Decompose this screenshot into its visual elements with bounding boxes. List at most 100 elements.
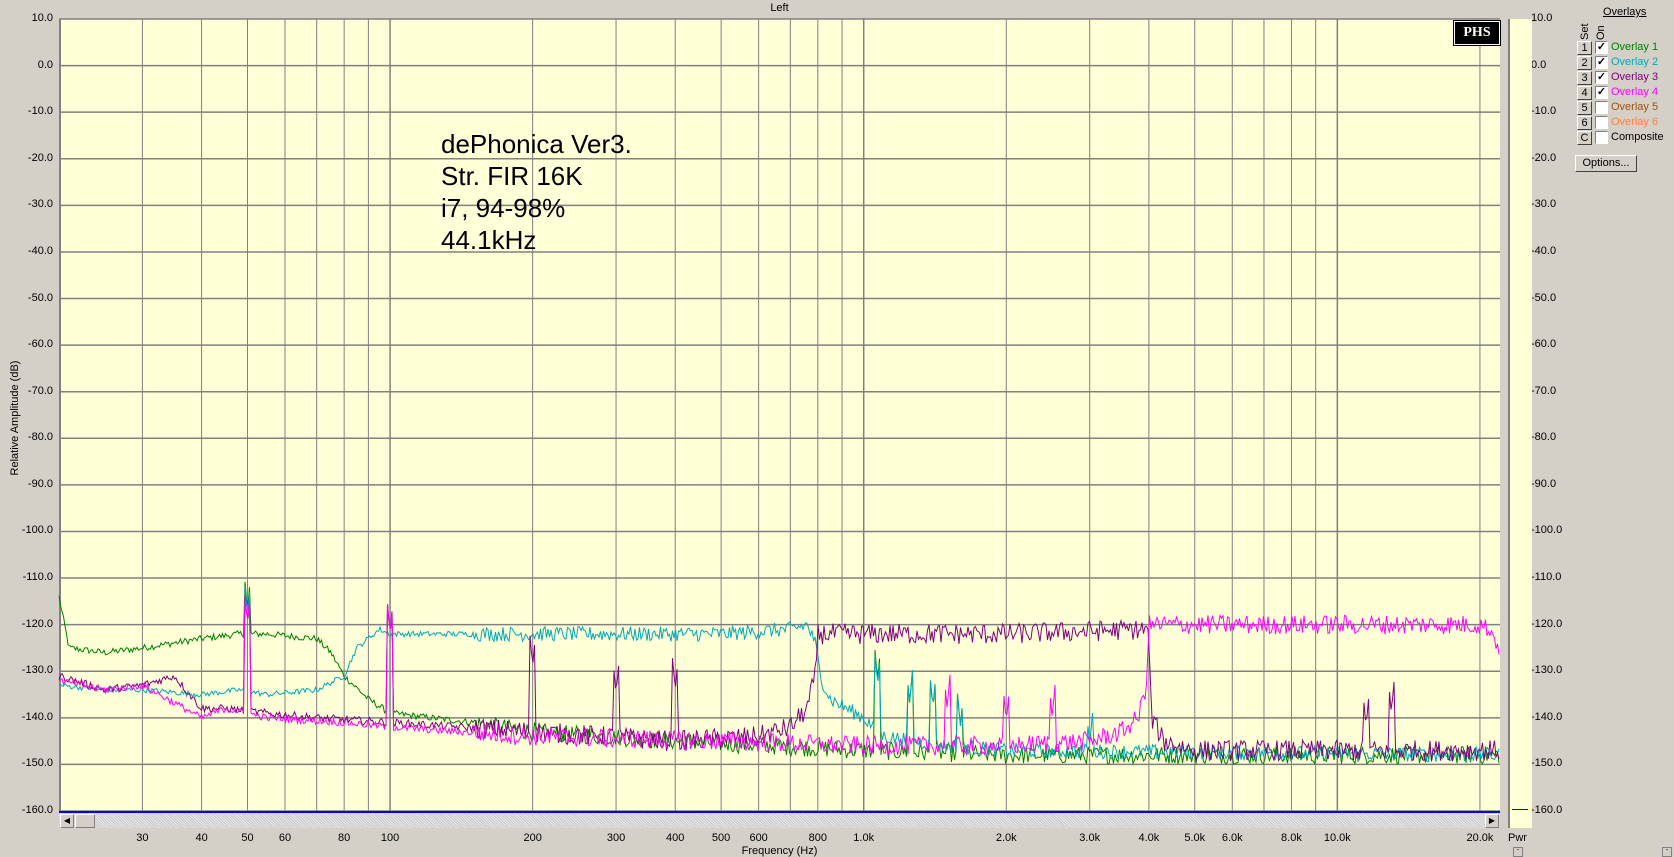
scroll-thumb[interactable] <box>75 814 95 828</box>
chart-title: Left <box>770 2 789 14</box>
overlay-set-button[interactable]: 4 <box>1577 86 1592 100</box>
series-line-overlay-1 <box>58 581 1500 766</box>
x-tick-label: 5.0k <box>1184 832 1206 844</box>
y-tick-label: -90.0 <box>27 477 53 490</box>
x-tick-label: 800 <box>808 832 827 844</box>
y-tick-label: -160.0 <box>21 804 53 816</box>
x-tick-label: 3.0k <box>1079 832 1101 844</box>
set-column-header: Set <box>1579 23 1591 40</box>
y-tick-label: -80.0 <box>27 431 53 444</box>
phs-logo: PHS <box>1453 20 1501 46</box>
overlay-set-button[interactable]: 3 <box>1577 71 1592 85</box>
on-column-header: On <box>1595 25 1607 40</box>
overlay-label: Overlay 1 <box>1611 41 1659 53</box>
right-y-tick-label: -150.0 <box>1531 757 1563 770</box>
y-tick-label: -30.0 <box>27 198 53 211</box>
right-y-tick-label: -70.0 <box>1531 384 1557 397</box>
overlay-label: Overlay 5 <box>1611 101 1659 113</box>
power-meter <box>1508 19 1532 828</box>
overlay-on-checkbox[interactable]: ✓ <box>1595 56 1608 69</box>
overlay-set-button[interactable]: 1 <box>1577 41 1592 55</box>
y-tick-label: -120.0 <box>21 617 53 630</box>
overlays-title: Overlays <box>1603 6 1647 18</box>
x-tick-label: 200 <box>523 832 542 844</box>
x-tick-label: 400 <box>666 832 685 844</box>
y-tick-label: 0.0 <box>37 58 53 71</box>
scroll-left-button[interactable]: ◀ <box>60 814 74 828</box>
overlay-label: Overlay 3 <box>1611 71 1659 83</box>
right-y-tick-label: 0.0 <box>1531 58 1547 71</box>
annotation-line: dePhonica Ver3. <box>441 129 632 159</box>
right-y-tick-label: -130.0 <box>1531 664 1563 677</box>
annotation-line: i7, 94-98% <box>441 193 566 223</box>
x-tick-label: 500 <box>711 832 731 844</box>
y-tick-label: -130.0 <box>21 664 53 677</box>
right-y-tick-label: -120.0 <box>1531 617 1563 630</box>
overlay-set-button[interactable]: 2 <box>1577 56 1592 70</box>
overlay-set-button[interactable]: C <box>1577 131 1592 145</box>
right-y-tick-label: -60.0 <box>1531 338 1557 351</box>
y-tick-label: 10.0 <box>31 12 53 24</box>
right-y-tick-label: -100.0 <box>1531 524 1563 537</box>
options-button[interactable]: Options... <box>1575 155 1637 172</box>
x-axis-label: Frequency (Hz) <box>741 845 818 857</box>
x-tick-label: 30 <box>136 832 149 844</box>
right-y-tick-label: -80.0 <box>1531 431 1557 444</box>
x-tick-label: 80 <box>338 832 351 844</box>
y-tick-label: -20.0 <box>27 151 53 164</box>
right-y-tick-label: -90.0 <box>1531 477 1557 490</box>
overlay-on-checkbox[interactable] <box>1595 116 1608 129</box>
overlay-label: Overlay 6 <box>1611 116 1659 128</box>
y-tick-label: -150.0 <box>21 757 53 770</box>
y-tick-label: -10.0 <box>27 105 53 118</box>
right-y-tick-label: -30.0 <box>1531 198 1557 211</box>
x-tick-label: 60 <box>278 832 292 844</box>
pwr-label: Pwr <box>1508 832 1527 844</box>
horizontal-scrollbar[interactable]: ◀ ▶ <box>59 811 1500 828</box>
x-tick-label: 20.0k <box>1466 832 1494 844</box>
x-tick-label: 300 <box>606 832 626 844</box>
x-tick-label: 2.0k <box>995 832 1017 844</box>
right-y-tick-label: -10.0 <box>1531 105 1557 118</box>
overlay-on-checkbox[interactable]: ✓ <box>1595 41 1608 54</box>
overlay-set-button[interactable]: 5 <box>1577 101 1592 115</box>
x-tick-label: 100 <box>380 832 400 844</box>
right-y-tick-label: -160.0 <box>1531 804 1563 816</box>
overlay-on-checkbox[interactable]: ✓ <box>1595 71 1608 84</box>
overlay-on-checkbox[interactable] <box>1595 101 1608 114</box>
overlay-set-button[interactable]: 6 <box>1577 116 1592 130</box>
y-tick-label: -110.0 <box>22 571 53 584</box>
scroll-right-button[interactable]: ▶ <box>1485 814 1499 828</box>
plot-svg <box>58 18 1500 812</box>
right-y-tick-label: -40.0 <box>1531 244 1557 257</box>
y-tick-label: -50.0 <box>27 291 53 304</box>
overlay-on-checkbox[interactable] <box>1595 131 1608 144</box>
y-tick-label: -140.0 <box>21 710 53 723</box>
pwr-resize-handle[interactable]: - <box>1513 847 1523 857</box>
right-y-tick-label: -140.0 <box>1531 710 1563 723</box>
right-y-tick-label: 10.0 <box>1531 12 1553 24</box>
x-tick-label: 40 <box>195 832 208 844</box>
x-tick-label: 6.0k <box>1221 832 1243 844</box>
overlay-on-checkbox[interactable]: ✓ <box>1595 86 1608 99</box>
y-tick-label: -60.0 <box>27 338 53 351</box>
x-tick-label: 50 <box>241 832 254 844</box>
overlay-label: Overlay 4 <box>1611 86 1659 98</box>
annotation-line: 44.1kHz <box>441 225 537 255</box>
overlay-label: Composite <box>1611 131 1664 143</box>
annotation-text: dePhonica Ver3. Str. FIR 16K i7, 94-98% 44.… <box>441 128 632 256</box>
y-tick-label: -100.0 <box>21 524 53 537</box>
y-tick-label: -70.0 <box>27 384 53 397</box>
x-tick-label: 8.0k <box>1281 832 1302 844</box>
annotation-line: Str. FIR 16K <box>441 161 583 191</box>
right-y-tick-label: -50.0 <box>1531 291 1557 304</box>
x-tick-label: 600 <box>749 832 768 844</box>
panel-resize-handle[interactable]: - <box>1662 847 1672 857</box>
y-tick-label: -40.0 <box>27 244 53 257</box>
x-tick-label: 1.0k <box>853 832 875 844</box>
x-tick-label: 4.0k <box>1138 832 1160 844</box>
right-y-tick-label: -110.0 <box>1531 571 1562 584</box>
series-line-overlay-2 <box>59 586 1500 763</box>
power-level-line <box>1512 809 1528 810</box>
series-line-overlay-3 <box>58 595 1500 762</box>
